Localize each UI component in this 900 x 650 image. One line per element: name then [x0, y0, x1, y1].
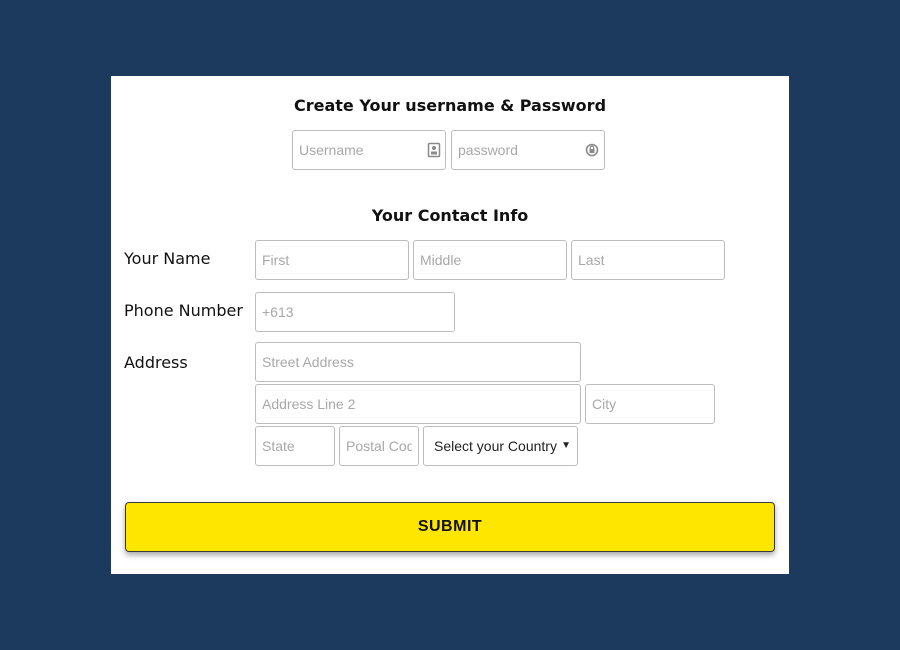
submit-button[interactable]: SUBMIT	[125, 502, 775, 552]
chevron-down-icon: ▼	[561, 440, 571, 451]
password-input[interactable]	[451, 130, 605, 170]
credentials-section-title: Create Your username & Password	[293, 96, 607, 115]
country-select[interactable]: Select your Country ▼	[423, 426, 578, 466]
phone-label: Phone Number	[124, 301, 243, 320]
address-label: Address	[124, 353, 188, 372]
postal-code-input[interactable]	[339, 426, 419, 466]
phone-input[interactable]	[255, 292, 455, 332]
country-select-value: Select your Country	[434, 438, 557, 454]
name-label: Your Name	[124, 249, 211, 268]
registration-form-card: Create Your username & Password Your Con…	[111, 76, 789, 574]
street-address-input[interactable]	[255, 342, 581, 382]
first-name-input[interactable]	[255, 240, 409, 280]
middle-name-input[interactable]	[413, 240, 567, 280]
username-input[interactable]	[292, 130, 446, 170]
state-input[interactable]	[255, 426, 335, 466]
city-input[interactable]	[585, 384, 715, 424]
last-name-input[interactable]	[571, 240, 725, 280]
contact-card-icon	[427, 142, 441, 158]
contact-section-title: Your Contact Info	[371, 206, 529, 225]
address-line2-input[interactable]	[255, 384, 581, 424]
lock-refresh-icon	[585, 143, 599, 157]
